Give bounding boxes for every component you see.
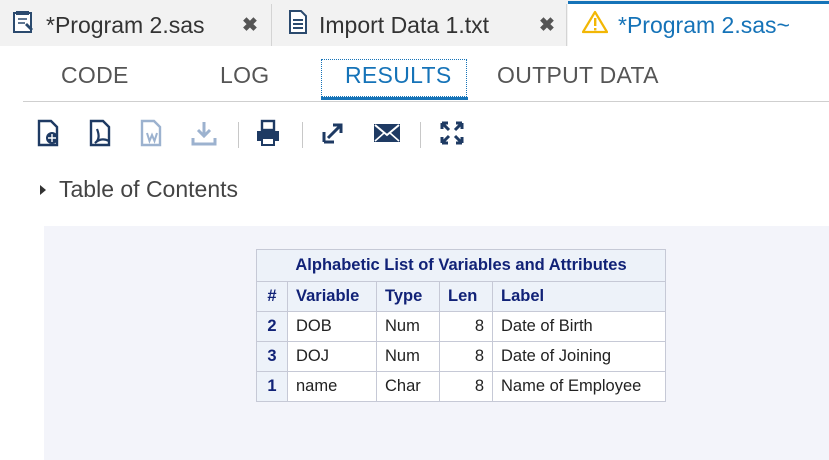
print-button[interactable] (253, 118, 283, 152)
download-html-button[interactable] (34, 118, 64, 152)
table-row: 1 name Char 8 Name of Employee (256, 371, 666, 402)
tab-output-data[interactable]: OUTPUT DATA (497, 62, 659, 89)
email-button[interactable] (372, 118, 402, 152)
toolbar-divider (302, 122, 303, 148)
doc-tab-import-data[interactable]: Import Data 1.txt ✖ (273, 4, 567, 46)
column-header: Type (376, 281, 440, 312)
tab-results[interactable]: RESULTS (345, 62, 451, 89)
variable-cell: DOB (287, 311, 377, 342)
tab-code[interactable]: CODE (61, 62, 129, 89)
print-icon (254, 119, 282, 152)
doc-tab-program-2-backup[interactable]: *Program 2.sas~ (568, 1, 829, 46)
type-cell: Num (376, 311, 440, 342)
expand-icon (439, 120, 465, 151)
results-panel: Alphabetic List of Variables and Attribu… (44, 226, 829, 460)
tab-log[interactable]: LOG (220, 62, 269, 89)
download-pdf-button[interactable] (86, 118, 116, 152)
doc-tab-label: Import Data 1.txt (319, 11, 490, 38)
close-icon[interactable]: ✖ (242, 14, 258, 37)
download-icon (190, 119, 218, 152)
variables-attributes-table: Alphabetic List of Variables and Attribu… (256, 249, 666, 402)
toolbar-divider (420, 122, 421, 148)
label-cell: Date of Birth (492, 311, 666, 342)
document-tab-bar: *Program 2.sas ✖ Import Data 1.txt ✖ *Pr… (0, 0, 829, 46)
column-header: Variable (287, 281, 377, 312)
table-row: 2 DOB Num 8 Date of Birth (256, 311, 666, 342)
program-icon (12, 10, 36, 40)
toolbar-divider (238, 122, 239, 148)
download-html-icon (36, 119, 62, 152)
email-icon (372, 121, 402, 150)
results-toolbar (34, 118, 494, 154)
doc-tab-program-2[interactable]: *Program 2.sas ✖ (0, 4, 272, 46)
expand-button[interactable] (437, 118, 467, 152)
column-header: # (256, 281, 288, 312)
download-rtf-icon (139, 119, 165, 152)
doc-tab-label: *Program 2.sas (46, 11, 205, 38)
download-pdf-icon (88, 119, 114, 152)
len-cell: 8 (439, 341, 493, 372)
active-tab-indicator (321, 97, 468, 100)
row-number: 2 (256, 311, 288, 342)
type-cell: Char (376, 371, 440, 402)
row-number: 3 (256, 341, 288, 372)
open-new-window-button[interactable] (318, 118, 348, 152)
text-file-icon (287, 10, 309, 40)
variable-cell: DOJ (287, 341, 377, 372)
label-cell: Date of Joining (492, 341, 666, 372)
view-tab-bar: CODE LOG RESULTS OUTPUT DATA (23, 56, 829, 102)
doc-tab-label: *Program 2.sas~ (618, 11, 790, 38)
download-rtf-button[interactable] (137, 118, 167, 152)
table-of-contents-toggle[interactable]: Table of Contents (40, 176, 238, 203)
table-row: 3 DOJ Num 8 Date of Joining (256, 341, 666, 372)
label-cell: Name of Employee (492, 371, 666, 402)
toc-label: Table of Contents (59, 176, 239, 202)
column-header: Label (492, 281, 666, 312)
type-cell: Num (376, 341, 440, 372)
len-cell: 8 (439, 371, 493, 402)
table-caption: Alphabetic List of Variables and Attribu… (256, 249, 666, 282)
row-number: 1 (256, 371, 288, 402)
len-cell: 8 (439, 311, 493, 342)
variable-cell: name (287, 371, 377, 402)
column-header: Len (439, 281, 493, 312)
expand-arrow-icon (40, 184, 46, 195)
download-button[interactable] (189, 118, 219, 152)
close-icon[interactable]: ✖ (539, 14, 555, 37)
warning-icon (581, 10, 609, 40)
open-new-window-icon (320, 120, 346, 151)
